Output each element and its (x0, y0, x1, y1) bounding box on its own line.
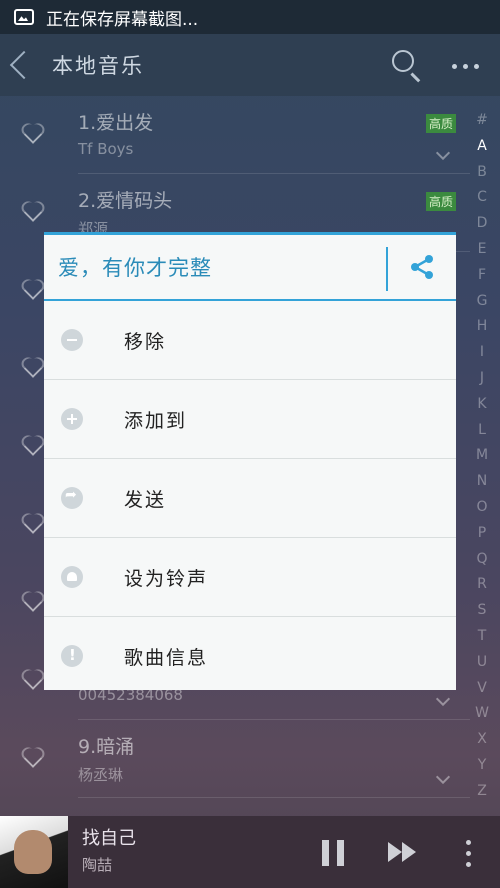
index-letter[interactable]: K (470, 392, 494, 418)
index-letter[interactable]: V (470, 676, 494, 702)
more-options-icon[interactable] (452, 64, 479, 69)
index-letter[interactable]: U (470, 650, 494, 676)
menu-item-song-info[interactable]: 歌曲信息 (44, 617, 456, 695)
index-letter[interactable]: Y (470, 753, 494, 779)
send-icon (61, 487, 83, 509)
dialog-header: 爱，有你才完整 (44, 235, 456, 301)
quality-badge: 高质 (426, 192, 457, 211)
next-button[interactable] (388, 842, 416, 862)
bell-icon (61, 566, 83, 588)
menu-item-label: 歌曲信息 (124, 646, 209, 669)
index-letter[interactable]: I (470, 340, 494, 366)
top-bar: 本地音乐 (0, 34, 500, 96)
song-artist: Tf Boys (78, 140, 134, 158)
index-letter[interactable]: O (470, 495, 494, 521)
heart-icon[interactable] (20, 670, 46, 694)
menu-item-label: 添加到 (124, 409, 188, 432)
index-letter[interactable]: S (470, 598, 494, 624)
index-letter[interactable]: P (470, 521, 494, 547)
divider (78, 797, 470, 798)
now-playing-artist: 陶喆 (82, 856, 113, 874)
status-text: 正在保存屏幕截图... (46, 9, 199, 30)
index-letter[interactable]: R (470, 572, 494, 598)
search-icon[interactable] (392, 50, 414, 72)
index-letter[interactable]: J (470, 366, 494, 392)
index-letter[interactable]: Q (470, 547, 494, 573)
minus-icon (61, 329, 83, 351)
header-divider (386, 247, 388, 291)
pause-button[interactable] (322, 840, 344, 866)
dialog-title: 爱，有你才完整 (58, 256, 212, 280)
list-item[interactable]: 9.暗涌 杨丞琳 (0, 720, 470, 798)
index-letter[interactable]: N (470, 469, 494, 495)
screenshot-icon (14, 9, 34, 25)
list-item[interactable]: 1.爱出发 Tf Boys 高质 (0, 96, 470, 174)
index-letter[interactable]: D (470, 211, 494, 237)
index-letter[interactable]: T (470, 624, 494, 650)
heart-icon[interactable] (20, 358, 46, 382)
chevron-down-icon[interactable] (435, 145, 451, 161)
menu-item-send[interactable]: 发送 (44, 459, 456, 538)
index-letter[interactable]: M (470, 443, 494, 469)
heart-icon[interactable] (20, 202, 46, 226)
index-letter[interactable]: A (470, 134, 494, 160)
index-letter[interactable]: # (470, 108, 494, 134)
heart-icon[interactable] (20, 124, 46, 148)
song-title: 2.爱情码头 (78, 190, 173, 212)
album-cover[interactable] (0, 816, 68, 888)
index-letter[interactable]: W (470, 701, 494, 727)
song-artist: 杨丞琳 (78, 766, 124, 784)
alphabet-index[interactable]: # A B C D E F G H I J K L M N O P Q R S T U V W X Y Z (470, 108, 494, 805)
song-title: 9.暗涌 (78, 736, 135, 758)
heart-icon[interactable] (20, 592, 46, 616)
menu-item-label: 发送 (124, 488, 167, 511)
more-vertical-icon[interactable] (466, 840, 471, 867)
menu-item-add-to[interactable]: 添加到 (44, 380, 456, 459)
menu-item-set-ringtone[interactable]: 设为铃声 (44, 538, 456, 617)
index-letter[interactable]: G (470, 289, 494, 315)
menu-item-remove[interactable]: 移除 (44, 301, 456, 380)
index-letter[interactable]: Z (470, 779, 494, 805)
menu-item-label: 移除 (124, 330, 167, 353)
index-letter[interactable]: X (470, 727, 494, 753)
heart-icon[interactable] (20, 514, 46, 538)
song-title: 1.爱出发 (78, 112, 154, 134)
status-bar: 正在保存屏幕截图... (0, 0, 500, 34)
heart-icon[interactable] (20, 436, 46, 460)
mini-player[interactable]: 找自己 陶喆 (0, 816, 500, 888)
heart-icon[interactable] (20, 280, 46, 304)
index-letter[interactable]: E (470, 237, 494, 263)
heart-icon[interactable] (20, 748, 46, 772)
song-options-dialog: 爱，有你才完整 移除 添加到 发送 设为铃声 歌曲信息 (44, 232, 456, 690)
page-title: 本地音乐 (52, 54, 144, 78)
plus-icon (61, 408, 83, 430)
menu-item-label: 设为铃声 (124, 567, 209, 590)
chevron-down-icon[interactable] (435, 769, 451, 785)
share-icon[interactable] (408, 253, 436, 281)
now-playing-title: 找自己 (82, 828, 136, 849)
info-icon (61, 645, 83, 667)
index-letter[interactable]: C (470, 185, 494, 211)
quality-badge: 高质 (426, 114, 457, 133)
back-icon[interactable] (9, 50, 39, 80)
index-letter[interactable]: H (470, 314, 494, 340)
index-letter[interactable]: L (470, 418, 494, 444)
index-letter[interactable]: B (470, 160, 494, 186)
index-letter[interactable]: F (470, 263, 494, 289)
